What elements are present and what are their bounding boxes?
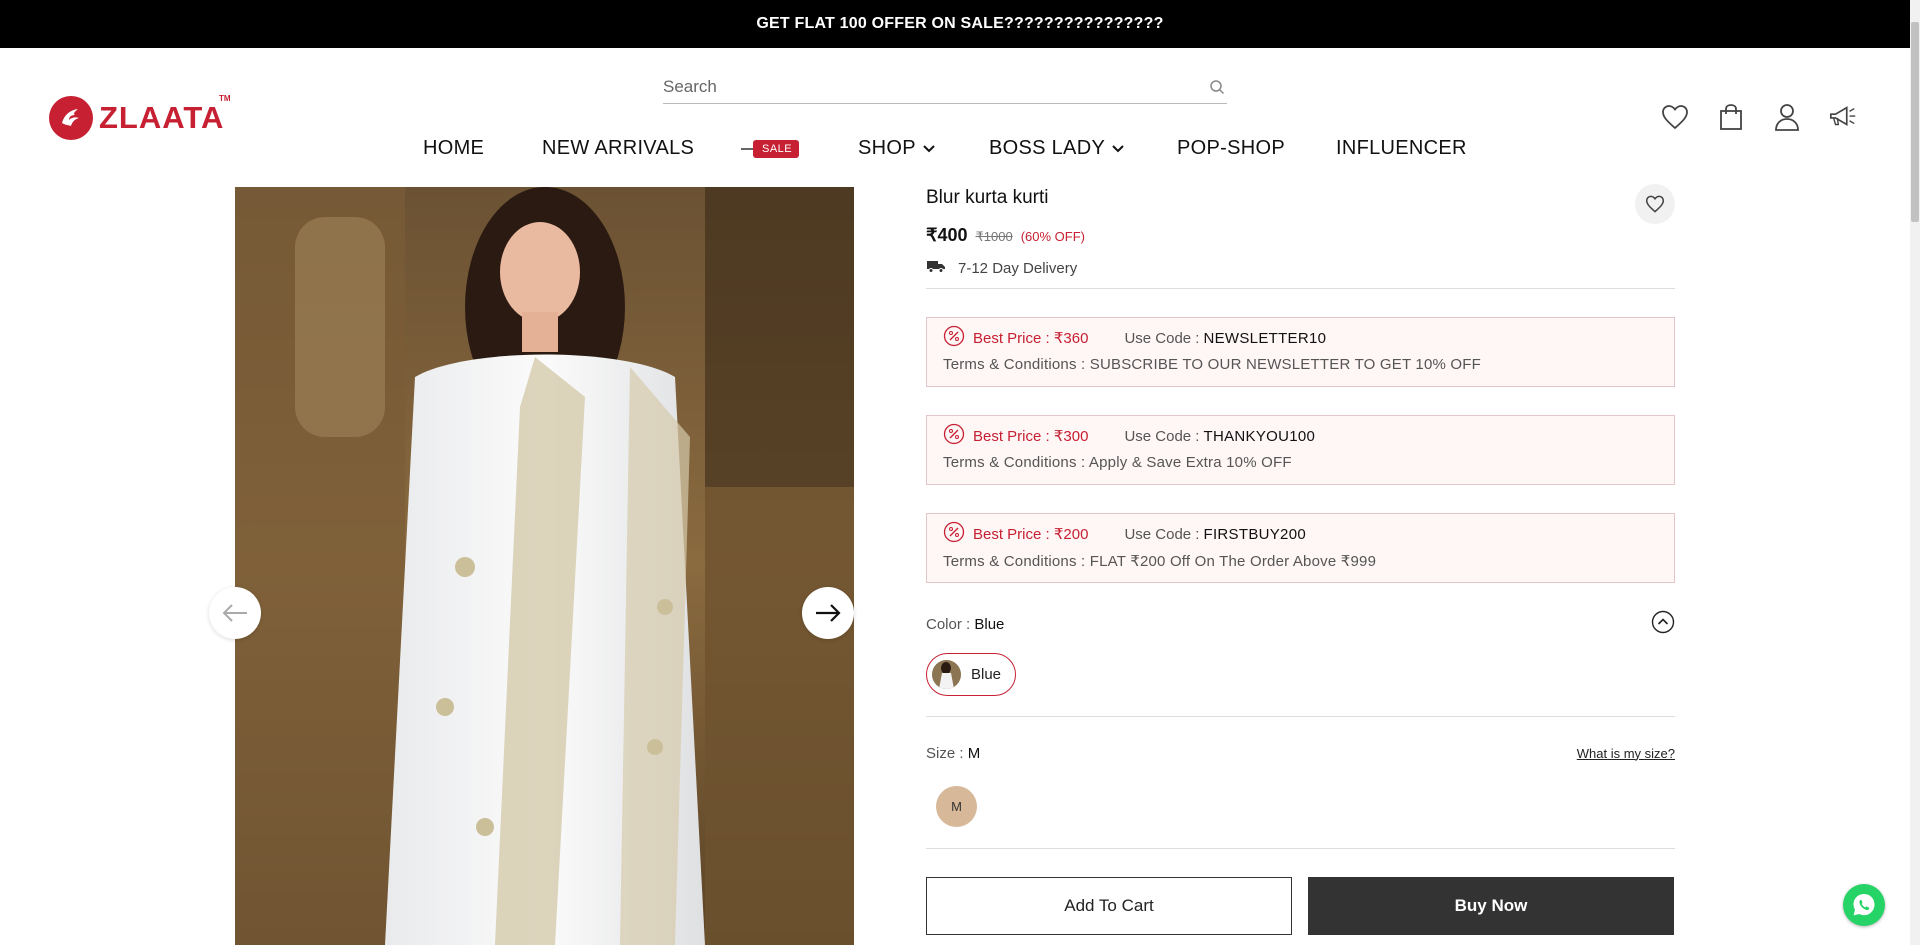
divider xyxy=(926,288,1675,289)
color-option-blue[interactable]: Blue xyxy=(926,653,1017,696)
search-icon[interactable] xyxy=(1207,77,1227,97)
size-option-m[interactable]: M xyxy=(936,786,977,827)
offer-card[interactable]: Best Price : ₹360 Use Code : NEWSLETTER1… xyxy=(926,317,1675,387)
purchase-actions: Add To Cart Buy Now xyxy=(926,877,1675,935)
divider xyxy=(926,848,1675,849)
chevron-up-circle-icon[interactable] xyxy=(1651,610,1675,638)
color-selector-header: Color : Blue xyxy=(926,610,1675,638)
arrow-right-icon xyxy=(816,604,841,622)
product-details: Blur kurta kurti ₹400 ₹1000 (60% OFF) 7-… xyxy=(926,184,1675,935)
coupon-code[interactable]: NEWSLETTER10 xyxy=(1203,330,1326,347)
nav-label: HOME xyxy=(423,136,485,159)
brand-name: ZLAATA xyxy=(99,100,225,135)
announcement-text: GET FLAT 100 OFFER ON SALE??????????????… xyxy=(756,15,1164,32)
offer-terms: Terms & Conditions : Apply & Save Extra … xyxy=(943,454,1292,471)
size-selector-header: Size : M What is my size? xyxy=(926,742,1675,764)
whatsapp-chat-button[interactable] xyxy=(1843,884,1885,926)
color-label: Color : xyxy=(926,615,971,633)
heart-icon xyxy=(1645,195,1665,213)
truck-icon xyxy=(926,259,946,277)
chevron-down-icon xyxy=(922,141,936,155)
original-price: ₹1000 xyxy=(975,229,1013,244)
sale-price: ₹400 xyxy=(926,225,968,245)
gallery-next-button[interactable] xyxy=(802,587,854,639)
color-thumbnail xyxy=(932,660,961,689)
megaphone-icon[interactable] xyxy=(1828,102,1858,132)
sale-badge: SALE xyxy=(753,140,800,158)
color-option-label: Blue xyxy=(971,666,1002,683)
offer-card[interactable]: Best Price : ₹200 Use Code : FIRSTBUY200… xyxy=(926,513,1675,583)
coupon-code[interactable]: THANKYOU100 xyxy=(1203,428,1315,445)
code-label: Use Code : xyxy=(1124,329,1200,347)
arrow-left-icon xyxy=(222,604,247,622)
code-label: Use Code : xyxy=(1124,427,1200,445)
code-label: Use Code : xyxy=(1124,525,1200,543)
nav-item-boss-lady[interactable]: BOSS LADY xyxy=(989,134,1125,162)
chevron-down-icon xyxy=(1111,141,1125,155)
search-input[interactable] xyxy=(663,76,1207,97)
selected-color: Blue xyxy=(974,615,1005,633)
product-image-gallery[interactable] xyxy=(235,187,854,945)
nav-label: SHOP xyxy=(858,136,916,159)
nav-label: NEW ARRIVALS xyxy=(542,136,695,159)
price-row: ₹400 ₹1000 (60% OFF) xyxy=(926,225,1675,246)
delivery-info: 7-12 Day Delivery xyxy=(926,257,1675,279)
nav-label: POP-SHOP xyxy=(1177,136,1285,159)
sale-tag[interactable]: SALE xyxy=(741,138,800,160)
best-price: Best Price : ₹300 xyxy=(973,428,1089,445)
search-bar xyxy=(663,70,1227,104)
product-title: Blur kurta kurti xyxy=(926,187,1049,208)
nav-item-home[interactable]: HOME xyxy=(423,134,484,162)
trademark: TM xyxy=(219,94,231,103)
main-nav: HOME NEW ARRIVALS SALE SHOP BOSS LADY PO… xyxy=(0,134,1920,162)
coupon-code[interactable]: FIRSTBUY200 xyxy=(1203,526,1306,543)
product-image xyxy=(235,187,854,945)
best-price: Best Price : ₹360 xyxy=(973,330,1089,347)
scrollbar-thumb[interactable] xyxy=(1911,22,1919,222)
whatsapp-icon xyxy=(1853,894,1875,916)
nav-label: BOSS LADY xyxy=(989,136,1106,159)
divider xyxy=(926,716,1675,717)
discount-label: (60% OFF) xyxy=(1020,229,1085,244)
discount-badge-icon xyxy=(943,423,965,449)
add-to-cart-button[interactable]: Add To Cart xyxy=(926,877,1292,935)
nav-label: INFLUENCER xyxy=(1336,136,1467,159)
add-to-wishlist-button[interactable] xyxy=(1635,184,1675,224)
shopping-bag-icon[interactable] xyxy=(1716,102,1746,132)
offer-terms: Terms & Conditions : FLAT ₹200 Off On Th… xyxy=(943,553,1377,570)
announcement-bar: GET FLAT 100 OFFER ON SALE??????????????… xyxy=(0,0,1920,48)
nav-item-influencer[interactable]: INFLUENCER xyxy=(1336,134,1467,162)
discount-badge-icon xyxy=(943,521,965,547)
nav-item-pop-shop[interactable]: POP-SHOP xyxy=(1177,134,1285,162)
delivery-text: 7-12 Day Delivery xyxy=(958,259,1078,277)
discount-badge-icon xyxy=(943,325,965,351)
size-guide-link[interactable]: What is my size? xyxy=(1577,746,1675,761)
selected-size: M xyxy=(967,744,981,762)
buy-now-button[interactable]: Buy Now xyxy=(1308,877,1674,935)
offer-card[interactable]: Best Price : ₹300 Use Code : THANKYOU100… xyxy=(926,415,1675,485)
gallery-prev-button[interactable] xyxy=(209,587,261,639)
offer-terms: Terms & Conditions : SUBSCRIBE TO OUR NE… xyxy=(943,356,1482,373)
size-label: Size : xyxy=(926,744,964,762)
nav-item-shop[interactable]: SHOP xyxy=(858,134,936,162)
user-icon[interactable] xyxy=(1772,102,1802,132)
nav-item-new-arrivals[interactable]: NEW ARRIVALS xyxy=(542,134,694,162)
best-price: Best Price : ₹200 xyxy=(973,526,1089,543)
wishlist-heart-icon[interactable] xyxy=(1660,102,1690,132)
